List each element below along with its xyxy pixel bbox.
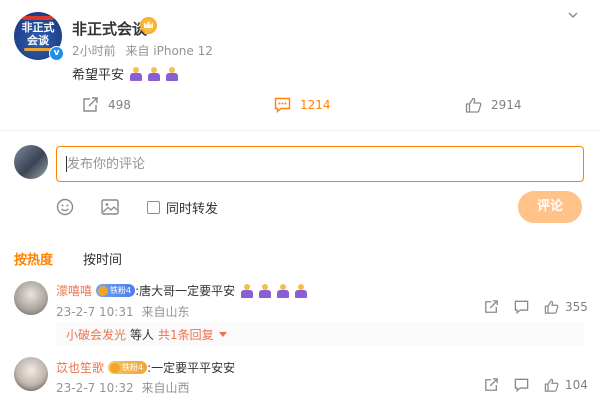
crown-icon — [140, 17, 157, 34]
avatar-decoration — [22, 16, 54, 20]
comment-username[interactable]: 濛嘻嘻 — [56, 282, 92, 299]
like-button[interactable]: 2914 — [465, 97, 522, 113]
text-caret — [66, 156, 67, 172]
comment-icon — [274, 97, 291, 113]
comment-count: 1214 — [300, 98, 331, 112]
comment-text: :唐大哥一定要平安 — [135, 284, 236, 298]
comment-avatar[interactable] — [14, 281, 48, 315]
praying-hands-emoji — [259, 283, 272, 298]
like-icon[interactable] — [544, 300, 559, 314]
post-meta: 2小时前 来自 iPhone 12 — [72, 42, 213, 59]
comment-like-count: 355 — [565, 300, 588, 314]
verified-icon: v — [49, 46, 64, 61]
avatar-logo-text: 非正式 会谈 — [21, 21, 55, 47]
comment-input[interactable] — [57, 147, 583, 181]
chevron-down-icon — [218, 331, 227, 337]
current-user-avatar — [14, 145, 48, 179]
comment-time: 23-2-7 10:31 — [56, 305, 134, 319]
submit-comment-button[interactable]: 评论 — [518, 191, 582, 223]
comment-actions: 355 — [484, 300, 588, 314]
comment-body: 苡也笙歌 铁粉4 :一定要平平安安 — [56, 359, 235, 376]
repost-count: 498 — [108, 98, 131, 112]
post-text: 希望平安 — [72, 68, 125, 83]
share-icon[interactable] — [484, 378, 499, 392]
comment-meta: 23-2-7 10:31 来自山东 — [56, 303, 189, 320]
tab-sort-time[interactable]: 按时间 — [83, 249, 122, 268]
tab-sort-hot[interactable]: 按热度 — [14, 249, 53, 268]
comment-meta: 23-2-7 10:32 来自山西 — [56, 379, 189, 396]
comment-text: :一定要平平安安 — [147, 361, 236, 375]
comment-like-count: 104 — [565, 378, 588, 392]
comment-button[interactable]: 1214 — [274, 97, 331, 113]
share-icon — [83, 97, 98, 112]
like-icon[interactable] — [544, 378, 559, 392]
repost-label: 同时转发 — [166, 202, 219, 217]
reply-preview[interactable]: 小破会发光 等人 共1条回复 — [56, 322, 584, 346]
comment-actions: 104 — [484, 378, 588, 392]
praying-hands-emoji — [148, 66, 161, 81]
post-source: 来自 iPhone 12 — [125, 44, 213, 58]
repost-button[interactable]: 498 — [82, 97, 131, 113]
fan-badge: 铁粉4 — [108, 361, 148, 374]
praying-hands-emoji — [130, 66, 143, 81]
divider — [0, 130, 600, 131]
comment-time: 23-2-7 10:32 — [56, 381, 134, 395]
post-time[interactable]: 2小时前 — [72, 44, 116, 58]
reply-icon[interactable] — [514, 378, 529, 392]
post-body: 希望平安 — [72, 64, 179, 83]
comment-input-box[interactable] — [56, 146, 584, 182]
comment-location: 来自山西 — [141, 381, 190, 395]
comment-avatar[interactable] — [14, 357, 48, 391]
repost-checkbox[interactable]: 同时转发 — [147, 198, 218, 217]
like-icon — [465, 97, 482, 113]
reply-count-link[interactable]: 共1条回复 — [158, 326, 214, 343]
author-name[interactable]: 非正式会谈 — [72, 18, 147, 39]
emoji-icon[interactable] — [56, 198, 74, 216]
praying-hands-emoji — [241, 283, 254, 298]
comment-body: 濛嘻嘻 铁粉4 :唐大哥一定要平安 — [56, 282, 308, 299]
reply-icon[interactable] — [514, 300, 529, 314]
like-count: 2914 — [491, 98, 522, 112]
checkbox-icon[interactable] — [147, 201, 160, 214]
comment-location: 来自山东 — [141, 305, 190, 319]
share-icon[interactable] — [484, 300, 499, 314]
image-icon[interactable] — [101, 199, 119, 215]
praying-hands-emoji — [295, 283, 308, 298]
reply-others: 等人 — [130, 327, 155, 342]
praying-hands-emoji — [277, 283, 290, 298]
comment-username[interactable]: 苡也笙歌 — [56, 359, 104, 376]
reply-username[interactable]: 小破会发光 — [66, 326, 126, 343]
fan-badge: 铁粉4 — [96, 284, 136, 297]
chevron-down-icon[interactable] — [568, 10, 578, 20]
avatar-decoration-2 — [24, 48, 52, 51]
praying-hands-emoji — [166, 66, 179, 81]
